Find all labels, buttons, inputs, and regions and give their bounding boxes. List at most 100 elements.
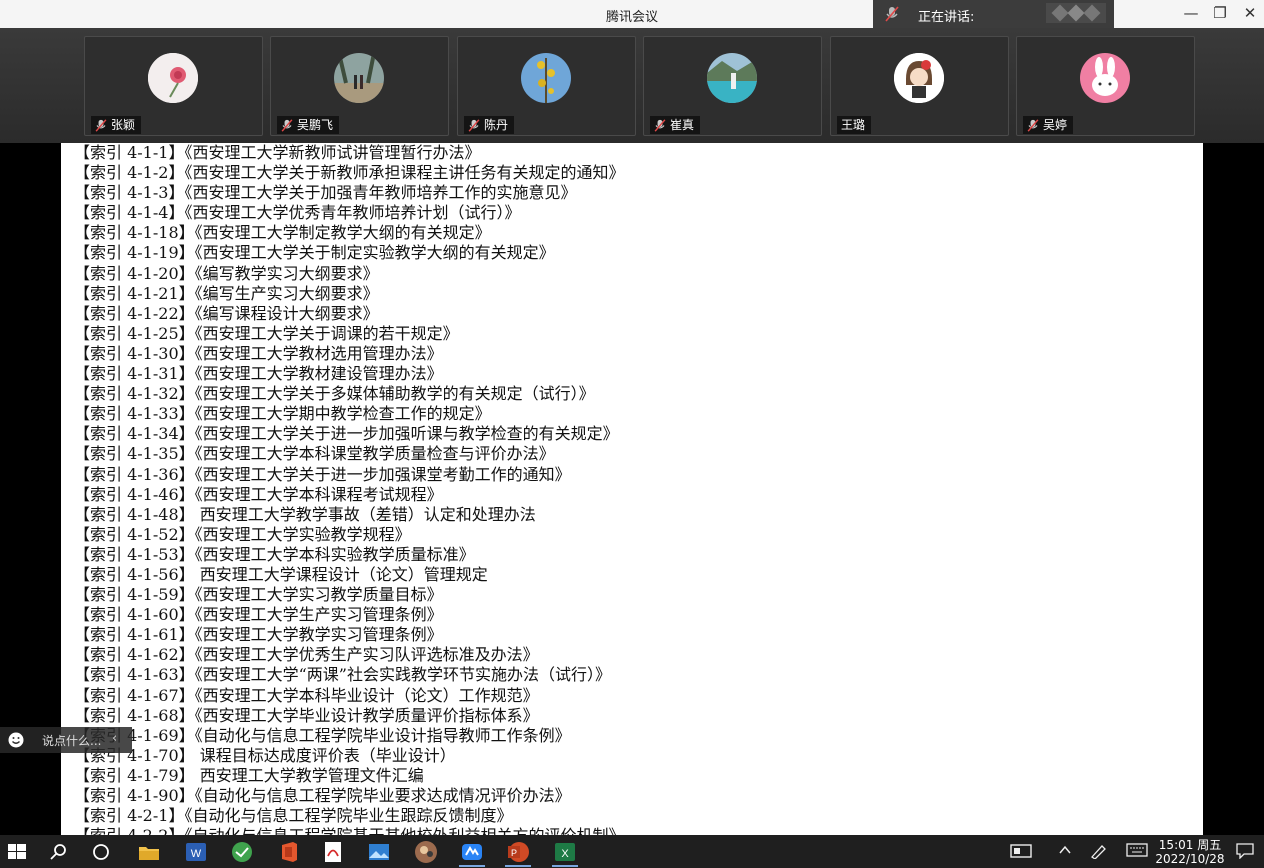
avatar [1080,53,1130,103]
close-button[interactable]: ✕ [1240,4,1260,22]
avatar [148,53,198,103]
list-item: 【索引 4-2-1】《自动化与信息工程学院毕业生跟踪反馈制度》 [74,806,513,826]
avatar [334,53,384,103]
list-item: 【索引 4-1-22】《编写课程设计大纲要求》 [74,303,379,323]
office-icon[interactable] [276,839,302,865]
collapse-chevron-icon[interactable]: ‹ [112,731,117,746]
file-explorer-icon[interactable] [136,839,162,865]
list-item: 【索引 4-1-52】《西安理工大学实验教学规程》 [74,524,411,544]
list-item: 【索引 4-1-90】《自动化与信息工程学院毕业要求达成情况评价办法》 [74,786,571,805]
muted-mic-icon [468,118,480,132]
photos-icon[interactable] [366,839,392,865]
list-item: 【索引 4-1-25】《西安理工大学关于调课的若干规定》 [74,323,459,343]
muted-mic-icon [654,118,666,132]
svg-text:W: W [191,848,202,860]
participant-tile[interactable]: 吴鹏飞 [270,36,449,136]
rose-photo-icon [148,53,198,103]
list-item: 【索引 4-1-61】《西安理工大学教学实习管理条例》 [74,625,443,645]
list-item: 【索引 4-1-1】《西安理工大学新教师试讲管理暂行办法》 [74,143,481,162]
list-item: 【索引 4-1-20】《编写教学实习大纲要求》 [74,263,379,283]
action-center-icon[interactable] [1236,843,1254,859]
speaking-label: 正在讲话: [918,10,975,25]
title-bar: 腾讯会议 正在讲话: — ❐ ✕ [0,0,1264,28]
muted-mic-icon [885,6,899,22]
list-item: 【索引 4-1-34】《西安理工大学关于进一步加强听课与教学检查的有关规定》 [74,424,619,444]
list-item: 【索引 4-1-2】《西安理工大学关于新教师承担课程主讲任务有关规定的通知》 [74,163,625,183]
participant-name: 吴婷 [1023,116,1074,134]
powerpoint-icon[interactable]: P [505,839,531,867]
list-item: 【索引 4-1-33】《西安理工大学期中教学检查工作的规定》 [74,404,491,424]
chevron-up-icon[interactable] [1058,843,1072,857]
list-item: 【索引 4-1-3】《西安理工大学关于加强青年教师培养工作的实施意见》 [74,183,577,203]
list-item: 【索引 4-1-46】《西安理工大学本科课程考试规程》 [74,484,443,504]
minimize-button[interactable]: — [1181,4,1201,22]
participant-name: 陈丹 [464,116,515,134]
browser-icon[interactable] [229,839,255,865]
notification-panel-icon[interactable] [1010,843,1032,859]
avatar [894,53,944,103]
emoji-icon[interactable] [8,732,24,748]
yellow-flowers-photo-icon [521,53,571,103]
list-item: 【索引 4-1-31】《西安理工大学教材建设管理办法》 [74,364,443,384]
list-item: 【索引 4-1-56】 西安理工大学课程设计（论文）管理规定 [74,564,488,584]
avatar [707,53,757,103]
task-view-icon[interactable] [88,839,114,865]
list-item: 【索引 4-1-67】《西安理工大学本科毕业设计（论文）工作规范》 [74,685,539,705]
tencent-meeting-icon[interactable] [459,839,485,867]
list-item: 【索引 4-1-30】《西安理工大学教材选用管理办法》 [74,343,443,363]
speaker-thumbnail-blurred [1046,3,1106,23]
list-item: 【索引 4-1-32】《西安理工大学关于多媒体辅助教学的有关规定（试行）》 [74,384,595,404]
lake-photo-icon [707,53,757,103]
list-item: 【索引 4-1-79】 西安理工大学教学管理文件汇编 [74,765,424,785]
pdf-icon[interactable] [320,839,346,865]
muted-mic-icon [281,118,293,132]
muted-mic-icon [1027,118,1039,132]
excel-icon[interactable]: X [552,839,578,867]
participant-name: 崔真 [650,116,701,134]
cartoon-girl-icon [894,53,944,103]
couple-walking-photo-icon [334,53,384,103]
avatar [521,53,571,103]
taskbar: W P X 15:01 周五 2022/10/28 [0,835,1264,868]
participant-tile[interactable]: 吴婷 [1016,36,1195,136]
svg-text:X: X [561,848,569,860]
windows-start-icon[interactable] [4,839,30,865]
list-item: 【索引 4-1-35】《西安理工大学本科课堂教学质量检查与评价办法》 [74,444,555,464]
list-item: 【索引 4-1-53】《西安理工大学本科实验教学质量标准》 [74,544,475,564]
clock[interactable]: 15:01 周五 2022/10/28 [1150,838,1230,866]
svg-text:P: P [511,848,517,858]
list-item: 【索引 4-1-36】《西安理工大学关于进一步加强课堂考勤工作的通知》 [74,464,571,484]
clock-time: 15:01 周五 [1158,838,1222,852]
participant-tile[interactable]: 崔真 [643,36,822,136]
clock-date: 2022/10/28 [1155,852,1225,866]
participant-strip: 张颖 吴鹏飞 陈丹 崔真 王璐 吴婷 [0,28,1264,143]
restore-button[interactable]: ❐ [1210,4,1230,22]
keyboard-icon[interactable] [1126,843,1148,857]
list-item: 【索引 4-1-60】《西安理工大学生产实习管理条例》 [74,605,443,625]
chat-input[interactable]: 说点什么... ‹ [0,727,132,753]
list-item: 【索引 4-1-70】 课程目标达成度评价表（毕业设计） [74,745,456,765]
list-item: 【索引 4-1-21】《编写生产实习大纲要求》 [74,283,379,303]
participant-name: 吴鹏飞 [277,116,340,134]
shared-screen-document: 【索引 4-1-1】《西安理工大学新教师试讲管理暂行办法》 【索引 4-1-2】… [61,143,1203,835]
participant-tile[interactable]: 张颖 [84,36,263,136]
avatar-app-icon[interactable] [413,839,439,865]
list-item: 【索引 4-1-63】《西安理工大学“两课”社会实践教学环节实施办法（试行）》 [74,665,611,685]
list-item: 【索引 4-1-48】 西安理工大学教学事故（差错）认定和处理办法 [74,504,536,524]
word-icon[interactable]: W [183,839,209,865]
list-item: 【索引 4-1-59】《西安理工大学实习教学质量目标》 [74,585,443,605]
participant-name: 王璐 [837,116,872,134]
index-list: 【索引 4-1-1】《西安理工大学新教师试讲管理暂行办法》 【索引 4-1-2】… [61,143,1203,835]
list-item: 【索引 4-2-2】《自动化与信息工程学院基于其他校外利益相关方的评价机制》 [61,826,1203,835]
list-item: 【索引 4-1-68】《西安理工大学毕业设计教学质量评价指标体系》 [74,705,539,725]
list-item: 【索引 4-1-4】《西安理工大学优秀青年教师培养计划（试行）》 [74,203,521,223]
list-item: 【索引 4-1-19】《西安理工大学关于制定实验教学大纲的有关规定》 [74,243,555,263]
speaking-indicator: 正在讲话: [873,0,1114,28]
chat-placeholder: 说点什么... [42,734,102,748]
search-icon[interactable] [46,839,72,865]
list-item: 【索引 4-1-69】《自动化与信息工程学院毕业设计指导教师工作条例》 [74,725,571,745]
participant-tile[interactable]: 王璐 [830,36,1009,136]
participant-tile[interactable]: 陈丹 [457,36,636,136]
pen-icon[interactable] [1090,843,1108,859]
pink-bunny-icon [1080,53,1130,103]
